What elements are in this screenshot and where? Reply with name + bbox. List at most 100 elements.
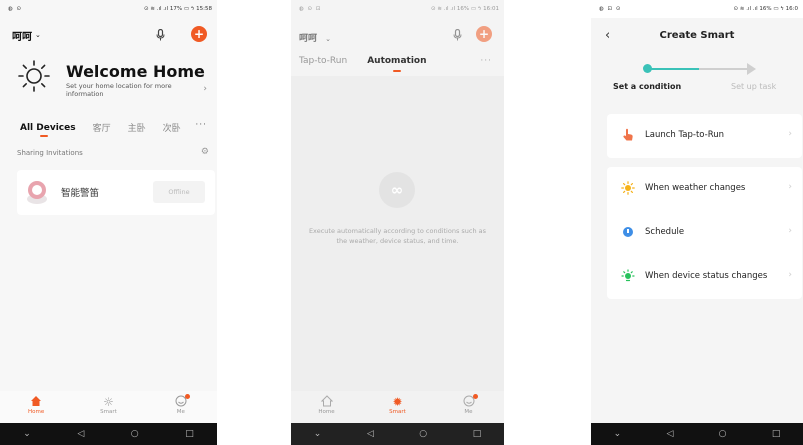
step-1-label: Set a condition [613,82,682,91]
add-button[interactable]: + [476,26,492,42]
offline-status-button[interactable]: Offline [153,181,205,203]
profile-icon [175,394,190,409]
page-header: ‹ Create Smart [591,28,803,48]
smart-screen: ◍ ⊙ ⊡ ⊙ ≋ .ıl .ıl 16% ▭ ϟ 16:01 呵呵 ⌄ + T… [291,0,504,445]
tab-me[interactable]: Me [449,394,489,415]
active-tab-indicator [40,135,48,137]
status-left: ◍ ⊙ [8,6,23,12]
nav-back-icon[interactable]: ◁ [367,429,374,439]
bottom-tab-bar: Home ☼ Smart Me [0,391,217,423]
option-schedule[interactable]: Schedule › [607,211,802,255]
nav-home-icon[interactable]: ○ [131,429,139,439]
add-button[interactable]: + [191,26,207,42]
notification-badge [472,394,478,399]
create-smart-screen: ◍ ⊡ ⊙ ⊙ ≋ .ıl .ıl 16% ▭ ϟ 16:0 ‹ Create … [591,0,803,445]
chevron-down-icon[interactable]: ⌄ [325,35,331,43]
comparison-stage: ◍ ⊙ ⊙ ≋ .ıl .ıl 17% ▭ ϟ 15:58 呵呵 ⌄ + Wel [0,0,803,445]
tab-me-label: Me [464,409,473,415]
status-right: ⊙ ≋ .ıl .ıl 16% ▭ ϟ 16:01 [431,6,499,12]
nav-back-icon[interactable]: ◁ [666,429,673,439]
step-progress-done [649,68,699,70]
tab-home-label: Home [318,409,335,415]
chevron-right-icon: › [788,129,792,139]
chevron-down-icon[interactable]: ⌄ [35,31,41,39]
status-bar: ◍ ⊙ ⊙ ≋ .ıl .ıl 17% ▭ ϟ 15:58 [0,0,217,18]
tab-master-bedroom[interactable]: 主卧 [128,121,146,134]
welcome-banner[interactable]: Welcome Home Set your home location for … [18,60,209,100]
nav-recents-icon[interactable]: □ [473,429,482,439]
tab-me-label: Me [176,409,185,415]
tab-smart[interactable]: ☼ Smart [88,395,128,415]
profile-icon [463,394,478,409]
tap-hand-icon [621,128,635,142]
infinity-icon: ∞ [379,172,415,208]
sun-icon [18,60,50,92]
status-right: ⊙ ≋ .ıl .ıl 16% ▭ ϟ 16:0 [733,6,798,12]
notification-badge [184,394,190,399]
weather-sun-icon [621,181,635,195]
tab-home[interactable]: Home [307,395,347,415]
microphone-icon[interactable] [450,27,464,43]
system-nav-bar: ⌄ ◁ ○ □ [591,423,803,445]
home-icon [30,395,42,409]
nav-recents-icon[interactable]: □ [185,429,194,439]
nav-down-icon[interactable]: ⌄ [314,429,322,439]
option-launch-tap-to-run[interactable]: Launch Tap-to-Run › [607,114,802,158]
sun-icon: ☼ [103,395,114,409]
gear-icon[interactable]: ⚙ [201,147,209,157]
nav-down-icon[interactable]: ⌄ [614,429,622,439]
nav-home-icon[interactable]: ○ [719,429,727,439]
tab-me[interactable]: Me [161,394,201,415]
home-header: 呵呵 ⌄ + [12,26,207,44]
tab-smart-label: Smart [100,409,117,415]
condition-card: When weather changes › Schedule › When d… [607,167,802,299]
option-weather-changes[interactable]: When weather changes › [607,167,802,211]
sharing-invitations-label: Sharing Invitations [17,149,83,157]
option-label: When device status changes [645,271,768,281]
microphone-icon[interactable] [153,27,167,43]
welcome-title: Welcome Home [66,62,205,81]
option-label: When weather changes [645,183,746,193]
sun-icon: ✹ [392,395,403,409]
nav-down-icon[interactable]: ⌄ [23,429,31,439]
nav-back-icon[interactable]: ◁ [77,429,84,439]
tab-living-room[interactable]: 客厅 [93,121,111,134]
status-right: ⊙ ≋ .ıl .ıl 17% ▭ ϟ 15:58 [144,6,212,12]
bottom-tab-bar: Home ✹ Smart Me [291,391,504,423]
status-left: ◍ ⊙ ⊡ [299,6,322,12]
step-2-label: Set up task [731,82,777,91]
welcome-subtitle: Set your home location for more informat… [66,82,172,98]
device-name: 智能警笛 [61,188,100,199]
system-nav-bar: ⌄ ◁ ○ □ [291,423,504,445]
tab-all-devices[interactable]: All Devices [20,123,76,133]
tab-home[interactable]: Home [16,395,56,415]
smart-tabs: Tap-to-Run Automation ··· [299,56,496,66]
tap-to-run-card: Launch Tap-to-Run › [607,114,802,158]
tab-tap-to-run[interactable]: Tap-to-Run [299,56,347,66]
chevron-right-icon: › [788,182,792,192]
status-bar: ◍ ⊙ ⊡ ⊙ ≋ .ıl .ıl 16% ▭ ϟ 16:01 [291,0,504,18]
home-selector[interactable]: 呵呵 [299,34,317,44]
automation-empty-state: ∞ Execute automatically according to con… [291,76,504,391]
option-device-status-changes[interactable]: When device status changes › [607,255,802,299]
chevron-right-icon: › [203,84,207,94]
nav-home-icon[interactable]: ○ [419,429,427,439]
step-arrow-icon [747,63,756,75]
home-header: 呵呵 ⌄ + [299,26,496,44]
tab-smart[interactable]: ✹ Smart [378,395,418,415]
home-selector[interactable]: 呵呵 [12,28,32,43]
room-tabs: All Devices 客厅 主卧 次卧 ··· [20,120,209,134]
active-tab-indicator [393,70,401,72]
tab-second-bedroom[interactable]: 次卧 [163,121,181,134]
status-left: ◍ ⊡ ⊙ [599,6,622,12]
device-card[interactable]: 智能警笛 Offline [17,170,215,215]
chevron-right-icon: › [788,270,792,280]
more-tabs-icon[interactable]: ··· [195,120,207,130]
device-status-icon [621,269,635,283]
tab-automation[interactable]: Automation [367,56,426,66]
step-progress-pending [699,68,751,70]
nav-recents-icon[interactable]: □ [772,429,781,439]
option-label: Launch Tap-to-Run [645,130,724,140]
more-options-icon[interactable]: ··· [480,56,492,66]
tab-home-label: Home [28,409,45,415]
